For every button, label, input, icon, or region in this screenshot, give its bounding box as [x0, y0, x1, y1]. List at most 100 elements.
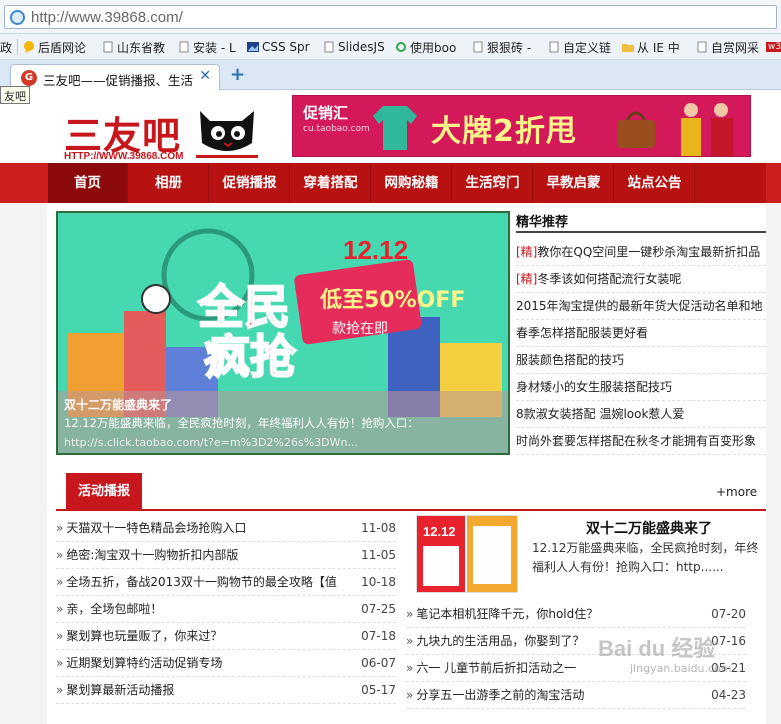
nav-item-album[interactable]: 相册	[129, 163, 209, 203]
page-icon	[697, 41, 707, 53]
baidu-watermark-url: jingyan.baidu.com	[630, 662, 732, 675]
bookmark-item[interactable]: 山东省教	[102, 39, 165, 55]
featured-link[interactable]: 服装颜色搭配的技巧	[516, 353, 624, 367]
page-content: 三友吧 HTTP://WWW.39868.COM 促销汇 cu.taobao.c…	[0, 91, 781, 724]
featured-link[interactable]: 春季怎样搭配服装更好看	[516, 326, 648, 340]
list-item[interactable]: » 分享五一出游季之前的淘宝活动 04-23	[406, 682, 746, 709]
featured-link[interactable]: 8款淑女装搭配 温婉look惹人爱	[516, 407, 684, 421]
list-date: 07-20	[711, 607, 746, 621]
featured-item[interactable]: 服装颜色搭配的技巧	[516, 347, 766, 374]
list-date: 07-18	[361, 629, 396, 643]
list-link[interactable]: 全场五折，备战2013双十一购物节的最全攻略【值	[66, 575, 337, 589]
tab-activity[interactable]: 活动播报	[66, 473, 142, 511]
speech-icon	[24, 41, 34, 53]
bookmarks-bar: 政 后盾网论 山东省教 安装 - L CSS Spr SlidesJS 使用bo…	[0, 34, 781, 60]
tab-title: 三友吧——促销播报、生活	[43, 73, 194, 88]
featured-link[interactable]: 教你在QQ空间里一键秒杀淘宝最新折扣品	[537, 245, 760, 259]
folder-icon	[622, 44, 634, 52]
close-icon[interactable]: ✕	[199, 68, 211, 84]
list-link[interactable]: 亲，全场包邮啦！	[66, 602, 162, 616]
bookmark-label: 安装 - L	[193, 40, 236, 55]
banner-brand-url: cu.taobao.com	[303, 124, 370, 134]
site-favicon-icon: G	[21, 70, 37, 86]
bullet-icon: »	[406, 607, 414, 621]
page-icon	[473, 41, 483, 53]
nav-item-promotions[interactable]: 促销播报	[210, 163, 290, 203]
featured-tag: [精]	[516, 245, 538, 259]
featured-tag: [精]	[516, 272, 538, 286]
page-margin-right	[766, 203, 781, 724]
featured-item[interactable]: 2015年淘宝提供的最新年货大促活动名单和地	[516, 293, 766, 320]
featured-item[interactable]: 身材矮小的女生服装搭配技巧	[516, 374, 766, 401]
featured-heading: 精华推荐	[516, 215, 569, 230]
story-thumbnail[interactable]: 12.12	[416, 515, 518, 593]
globe-icon	[10, 10, 25, 25]
bookmark-label: 狠狠砖 -	[487, 40, 532, 55]
list-link[interactable]: 六一 儿童节前后折扣活动之一	[416, 661, 576, 675]
new-tab-icon[interactable]: +	[230, 66, 245, 84]
bookmark-item[interactable]: 后盾网论	[23, 39, 86, 55]
list-link[interactable]: 九块九的生活用品，你娶到了？	[416, 634, 584, 648]
bookmark-item[interactable]: 狠狠砖 -	[472, 39, 531, 55]
bookmark-item[interactable]: 从 IE 中	[622, 39, 680, 55]
list-item[interactable]: » 聚划算最新活动播报 05-17	[56, 677, 396, 704]
featured-link[interactable]: 冬季该如何搭配流行女装呢	[537, 272, 681, 286]
list-link[interactable]: 天猫双十一特色精品会场抢购入口	[66, 521, 246, 535]
featured-item[interactable]: 8款淑女装搭配 温婉look惹人爱	[516, 401, 766, 428]
thumb-badge: 12.12	[423, 524, 456, 539]
hero-sub: 款抢在即	[332, 320, 388, 337]
hero-caption-url[interactable]: http://s.click.taobao.com/t?e=m%3D2%26s%…	[64, 436, 358, 449]
ad-banner[interactable]: 促销汇 cu.taobao.com 大牌2折甩	[292, 95, 751, 157]
list-link[interactable]: 聚划算最新活动播报	[66, 683, 174, 697]
featured-item[interactable]: 时尚外套要怎样搭配在秋冬才能拥有百变形象	[516, 428, 766, 455]
featured-link[interactable]: 身材矮小的女生服装搭配技巧	[516, 380, 672, 394]
bookmark-item[interactable]: 自定义链	[548, 39, 611, 55]
list-link[interactable]: 绝密:淘宝双十一购物折扣内部版	[66, 548, 238, 562]
url-input[interactable]: http://www.39868.com/	[4, 5, 777, 29]
nav-item-announcements[interactable]: 站点公告	[615, 163, 695, 203]
nav-item-early-education[interactable]: 早教启蒙	[534, 163, 614, 203]
list-link[interactable]: 分享五一出游季之前的淘宝活动	[416, 688, 584, 702]
list-link[interactable]: 近期聚划算特约活动促销专场	[66, 656, 222, 670]
list-item[interactable]: » 绝密:淘宝双十一购物折扣内部版 11-05	[56, 542, 396, 569]
list-item[interactable]: » 笔记本相机狂降千元，你hold住？ 07-20	[406, 601, 746, 628]
list-link[interactable]: 笔记本相机狂降千元，你hold住？	[416, 607, 598, 621]
bullet-icon: »	[406, 634, 414, 648]
bookmark-item[interactable]: w3	[766, 39, 781, 55]
nav-item-home[interactable]: 首页	[48, 163, 128, 203]
story-desc: 12.12万能盛典来临，全民疯抢时刻，年终福利人人有份！抢购入口：http...…	[532, 541, 759, 574]
bookmark-item[interactable]: SlidesJS	[323, 39, 385, 55]
hero-slideshow[interactable]: 12.12 低至50%OFF 款抢在即 全民 疯抢 双十二万能盛典来了 12.1…	[56, 211, 510, 455]
bullet-icon: »	[56, 683, 64, 697]
featured-link[interactable]: 时尚外套要怎样搭配在秋冬才能拥有百变形象	[516, 434, 756, 448]
bullet-icon: »	[56, 521, 64, 535]
featured-item[interactable]: 春季怎样搭配服装更好看	[516, 320, 766, 347]
bookmark-item[interactable]: 自赏网采	[696, 39, 759, 55]
story-title[interactable]: 双十二万能盛典来了	[532, 518, 766, 538]
nav-item-shopping-tips[interactable]: 网购秘籍	[372, 163, 452, 203]
nav-item-life-tips[interactable]: 生活窍门	[453, 163, 533, 203]
featured-item[interactable]: [精]冬季该如何搭配流行女装呢	[516, 266, 766, 293]
featured-link[interactable]: 2015年淘宝提供的最新年货大促活动名单和地	[516, 299, 763, 313]
bookmark-item[interactable]: CSS Spr	[247, 39, 310, 55]
list-item[interactable]: » 天猫双十一特色精品会场抢购入口 11-08	[56, 515, 396, 542]
bookmark-item[interactable]: 使用boo	[395, 39, 456, 55]
browser-tab[interactable]: G 三友吧——促销播报、生活 ✕	[10, 64, 220, 90]
hero-caption-title[interactable]: 双十二万能盛典来了	[64, 396, 172, 413]
list-item[interactable]: » 近期聚划算特约活动促销专场 06-07	[56, 650, 396, 677]
featured-item[interactable]: [精]教你在QQ空间里一键秒杀淘宝最新折扣品	[516, 239, 766, 266]
activity-header	[56, 471, 766, 511]
list-link[interactable]: 聚划算也玩量贩了，你来过？	[66, 629, 222, 643]
bookmark-label: 自赏网采	[711, 40, 760, 55]
sweater-icon	[373, 106, 417, 150]
more-link[interactable]: +more	[716, 485, 757, 499]
site-logo[interactable]: 三友吧 HTTP://WWW.39868.COM	[62, 103, 262, 165]
bookmark-item[interactable]: 政	[0, 39, 12, 55]
bullet-icon: »	[56, 548, 64, 562]
bookmark-item[interactable]: 安装 - L	[178, 39, 236, 55]
list-item[interactable]: » 全场五折，备战2013双十一购物节的最全攻略【值 10-18	[56, 569, 396, 596]
page-icon	[103, 41, 113, 53]
nav-item-outfits[interactable]: 穿着搭配	[291, 163, 371, 203]
list-item[interactable]: » 亲，全场包邮啦！ 07-25	[56, 596, 396, 623]
list-item[interactable]: » 聚划算也玩量贩了，你来过？ 07-18	[56, 623, 396, 650]
